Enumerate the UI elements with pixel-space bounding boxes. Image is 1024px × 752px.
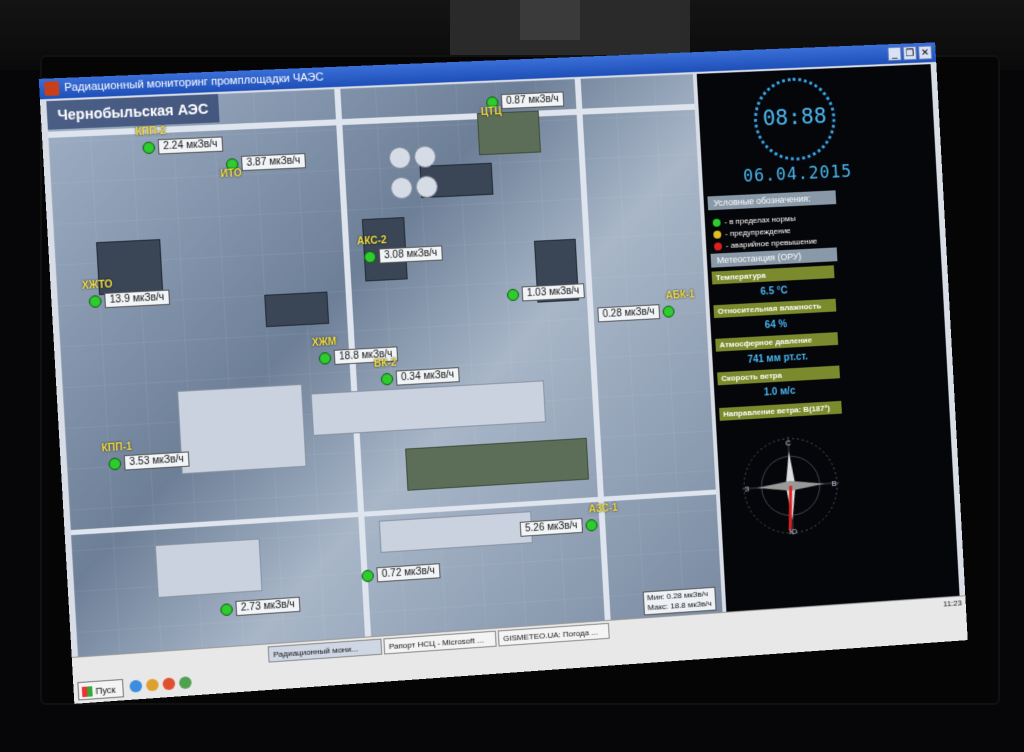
- taskbar-app-gismeteo[interactable]: GISMETEO.UA: Погода ...: [497, 622, 610, 647]
- sensor-name: КПП-1: [101, 441, 133, 455]
- compass-east: В: [831, 479, 837, 488]
- sensor-name: АКС-2: [356, 235, 387, 248]
- sensor-name: ХЖМ: [311, 336, 337, 349]
- sensor-name: ХЖТО: [81, 279, 113, 292]
- compass-west: З: [744, 485, 749, 494]
- monitor-screen: Радиационный мониторинг промплощадки ЧАЭ…: [38, 42, 968, 704]
- quicklaunch-app-icon[interactable]: [178, 676, 192, 690]
- map-building: [154, 538, 263, 598]
- meteo-title: Метеостанция (ОРУ): [710, 247, 838, 268]
- meteo-value: 6.5 °C: [760, 285, 788, 298]
- legend-dot: [712, 218, 721, 227]
- sensor-value: 3.87 мкЗв/ч: [240, 153, 306, 172]
- map-building: [177, 383, 307, 475]
- app-icon: [44, 81, 60, 97]
- meteo-value: 1.0 м/с: [763, 385, 796, 399]
- legend-dot: [713, 241, 723, 251]
- close-button[interactable]: ✕: [918, 45, 933, 60]
- status-dot: [142, 140, 156, 154]
- legend-item: - в пределах нормы: [712, 213, 796, 227]
- tray-clock[interactable]: 11:23: [943, 598, 962, 608]
- sensor-value: 3.08 мкЗв/ч: [378, 245, 443, 264]
- sensor-name: АЗС-1: [588, 502, 619, 516]
- sensor-name: ЦТЦ: [480, 106, 502, 119]
- sensor-value: 2.24 мкЗв/ч: [157, 136, 224, 155]
- clock-time: 08:88: [761, 103, 828, 132]
- start-button[interactable]: Пуск: [77, 678, 125, 701]
- quicklaunch-firefox-icon[interactable]: [162, 677, 176, 691]
- status-dot: [662, 304, 675, 318]
- wind-direction: Направление ветра: В(187°): [719, 400, 842, 421]
- meteo-label: Атмосферное давление: [715, 332, 839, 352]
- status-dot: [506, 288, 520, 301]
- legend-item: - предупреждение: [713, 226, 791, 239]
- status-dot: [363, 250, 377, 263]
- status-dot: [318, 351, 332, 365]
- sensor-name: АБК-1: [665, 289, 695, 302]
- quicklaunch-browser-icon[interactable]: [129, 679, 143, 693]
- min-max-box: Мин: 0.28 мкЗв/ч Макс: 18.8 мкЗв/ч: [642, 586, 717, 616]
- status-dot: [220, 602, 234, 616]
- meteo-label: Скорость ветра: [717, 365, 841, 386]
- taskbar-app-monitoring[interactable]: Радиационный мони...: [267, 638, 383, 663]
- meteo-label: Температура: [711, 265, 835, 285]
- date-display: 06.04.2015: [742, 161, 853, 187]
- compass-south: Ю: [789, 527, 797, 536]
- minimize-button[interactable]: _: [887, 46, 902, 61]
- satellite-map[interactable]: Чернобыльская АЭС КПП-2 2.24 мкЗв/ч ИТО …: [46, 74, 723, 657]
- status-dot: [380, 372, 394, 386]
- window-controls: _ ❐ ✕: [887, 45, 933, 61]
- meteo-label: Относительная влажность: [713, 298, 837, 319]
- wind-compass-icon: С В Ю З: [734, 428, 847, 543]
- status-dot: [361, 569, 375, 582]
- taskbar-app-report[interactable]: Рапорт НСЦ - Microsoft ...: [383, 630, 497, 655]
- sensor-name: ИТО: [220, 168, 243, 181]
- map-building: [264, 291, 330, 328]
- legend-title: Условные обозначения:: [707, 190, 837, 211]
- sensor-name: ВК-2: [373, 357, 397, 370]
- maximize-button[interactable]: ❐: [902, 46, 917, 61]
- legend-dot: [713, 230, 722, 239]
- legend-label: - предупреждение: [724, 226, 792, 239]
- side-panel: 08:88 06.04.2015 Условные обозначения: -…: [696, 64, 960, 612]
- status-dot: [108, 456, 122, 470]
- meteo-value: 741 мм рт.ст.: [747, 351, 809, 366]
- legend-label: - в пределах нормы: [724, 213, 796, 227]
- status-dot: [88, 294, 102, 308]
- compass-north: С: [785, 438, 791, 447]
- sensor-name: КПП-2: [135, 125, 167, 139]
- sensor-value: 0.87 мкЗв/ч: [500, 91, 565, 110]
- room-object: [520, 0, 580, 40]
- status-dot: [585, 518, 598, 532]
- meteo-value: 64 %: [764, 319, 788, 332]
- quicklaunch-folder-icon[interactable]: [145, 678, 159, 692]
